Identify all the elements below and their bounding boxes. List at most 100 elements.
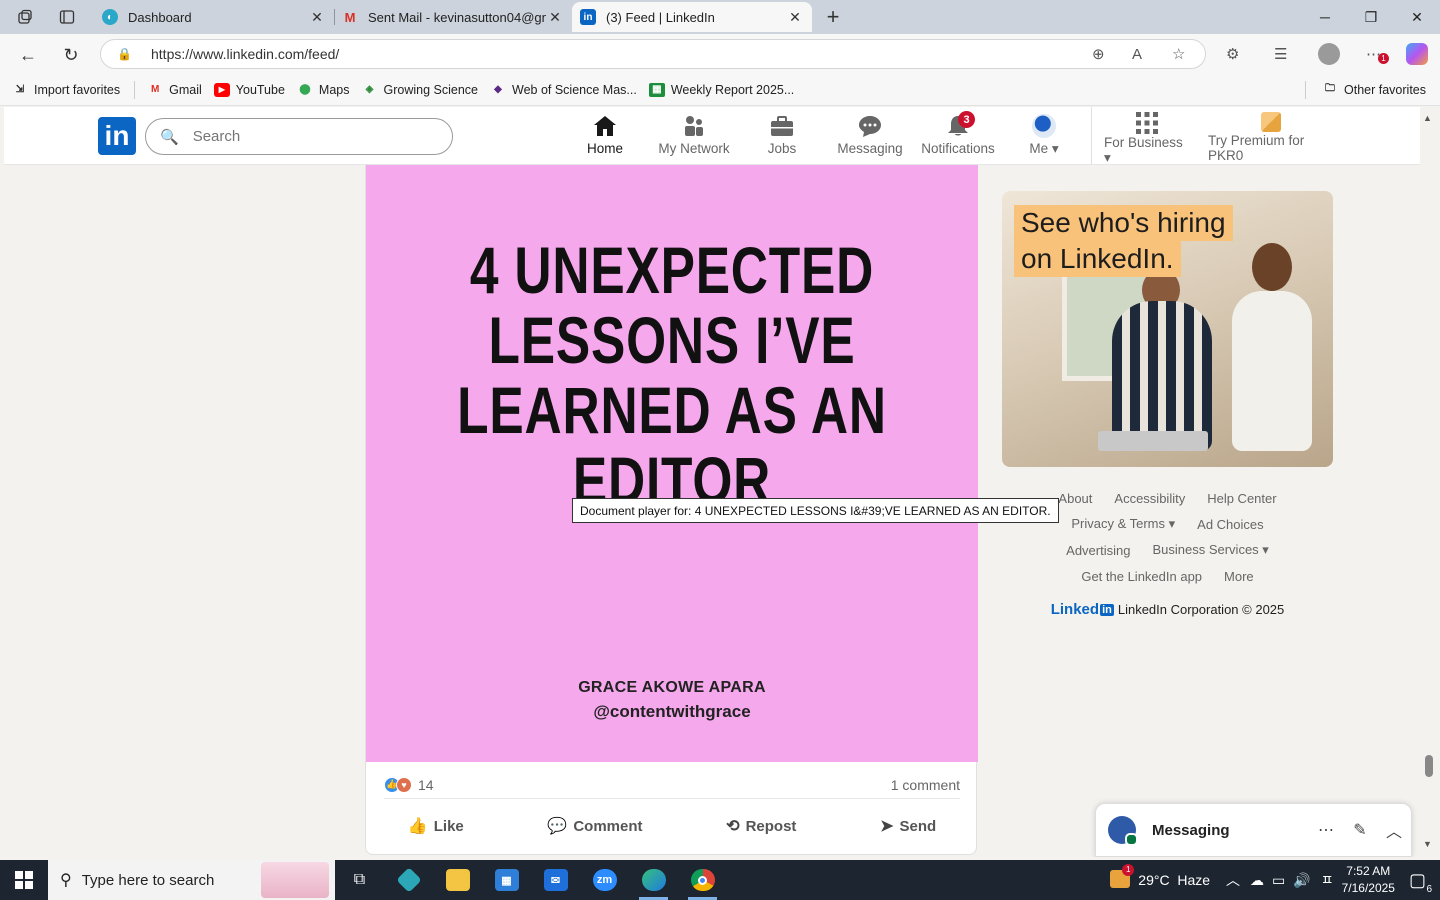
clock-date: 7/16/2025 [1341, 881, 1395, 895]
search-box[interactable]: 🔍 [145, 118, 453, 155]
document-slide[interactable]: 4 UNEXPECTED LESSONS I’VE LEARNED AS AN … [366, 165, 978, 762]
back-arrow-icon[interactable]: ← [15, 42, 41, 68]
nav-my-network[interactable]: My Network [654, 111, 734, 163]
zoom-icon[interactable]: ⊕ [1092, 39, 1105, 69]
hiring-ad[interactable]: See who's hiring on LinkedIn. [1002, 191, 1333, 467]
linkedin-logo[interactable]: in [98, 117, 136, 155]
footer-link-about[interactable]: About [1058, 491, 1092, 506]
close-icon[interactable]: ✕ [546, 9, 564, 26]
tab-gmail[interactable]: M Sent Mail - kevinasutton04@gma ✕ [334, 2, 572, 32]
bookmark-label: Weekly Report 2025... [670, 82, 795, 97]
bookmark-growing-science[interactable]: ◈ Growing Science [362, 83, 478, 97]
close-icon[interactable]: ✕ [786, 9, 804, 26]
close-window-button[interactable]: ✕ [1394, 0, 1440, 34]
weather-text[interactable]: 29°C Haze [1138, 872, 1210, 888]
nav-notifications[interactable]: 3 Notifications [918, 111, 998, 163]
scroll-down-arrow-icon[interactable]: ▼ [1423, 839, 1432, 849]
footer-link-advertising[interactable]: Advertising [1066, 543, 1130, 558]
workspaces-icon[interactable] [14, 6, 36, 28]
language-icon[interactable]: ㅍ [1321, 870, 1334, 890]
bookmark-maps[interactable]: ⬤ Maps [297, 83, 349, 97]
task-view-button[interactable]: ⧉ [335, 860, 384, 900]
network-icon[interactable]: ▭ [1272, 872, 1285, 889]
gmail-icon: M [344, 9, 356, 25]
minimize-button[interactable]: ─ [1302, 0, 1348, 34]
footer-link-more[interactable]: More [1224, 569, 1254, 584]
taskbar-app-1[interactable] [384, 860, 433, 900]
taskbar-file-explorer[interactable] [433, 860, 482, 900]
nav-home[interactable]: Home [566, 111, 644, 169]
taskbar-search[interactable]: ⚲ Type here to search [48, 860, 335, 900]
thumbs-up-icon: 👍 [407, 818, 428, 835]
more-options-icon[interactable]: ⋯ [1309, 820, 1343, 840]
taskbar-store[interactable]: ▦ [482, 860, 531, 900]
taskbar-mail[interactable]: ✉ [531, 860, 580, 900]
bookmark-web-of-science[interactable]: ◆ Web of Science Mas... [490, 83, 637, 97]
profile-avatar[interactable] [1318, 39, 1340, 69]
chevron-up-icon[interactable]: ︿ [1377, 818, 1411, 842]
bookmark-gmail[interactable]: M Gmail [147, 83, 202, 97]
tab-dashboard[interactable]: ◐ Dashboard ✕ [94, 2, 334, 32]
footer-link-get-app[interactable]: Get the LinkedIn app [1081, 569, 1202, 584]
comment-button[interactable]: 💬 Comment [537, 810, 652, 842]
bookmark-import-favorites[interactable]: ⇲ Import favorites [12, 83, 120, 97]
bookmark-youtube[interactable]: ▶ YouTube [213, 82, 285, 97]
footer-link-ad-choices[interactable]: Ad Choices [1197, 517, 1263, 532]
comments-count[interactable]: 1 comment [891, 777, 960, 793]
send-button[interactable]: ➤ Send [870, 810, 946, 842]
nav-try-premium[interactable]: Try Premium for PKR0 [1208, 111, 1334, 163]
footer-link-business-services[interactable]: Business Services ▾ [1152, 542, 1268, 558]
url-text[interactable]: https://www.linkedin.com/feed/ [151, 46, 339, 62]
windows-taskbar: ⚲ Type here to search ⧉ ▦ ✉ zm 1 29°C Ha… [0, 860, 1440, 900]
start-button[interactable] [0, 860, 48, 900]
nav-for-business[interactable]: For Business ▾ [1104, 111, 1190, 165]
favorites-icon[interactable]: ☰ [1274, 39, 1287, 69]
footer-link-privacy-terms[interactable]: Privacy & Terms ▾ [1071, 516, 1175, 532]
tab-title: (3) Feed | LinkedIn [606, 9, 715, 25]
repost-button[interactable]: ⟲ Repost [716, 810, 806, 842]
taskbar-chrome[interactable] [678, 860, 727, 900]
like-button[interactable]: 👍 Like [398, 810, 474, 842]
scroll-up-arrow-icon[interactable]: ▲ [1423, 113, 1432, 123]
new-tab-button[interactable]: + [822, 4, 844, 29]
extensions-badge: 1 [1378, 53, 1389, 64]
refresh-icon[interactable]: ↻ [58, 42, 84, 68]
document-player-tooltip: Document player for: 4 UNEXPECTED LESSON… [572, 498, 1059, 523]
messaging-panel[interactable]: Messaging ⋯ ✎ ︿ [1095, 803, 1412, 857]
ad-headline-2: on LinkedIn. [1014, 241, 1181, 277]
nav-jobs[interactable]: Jobs [760, 111, 804, 163]
read-aloud-icon[interactable]: A [1132, 39, 1142, 69]
social-counts: 👍 ♥ 14 1 comment [384, 771, 960, 799]
url-field[interactable]: 🔒 https://www.linkedin.com/feed/ [100, 39, 1206, 69]
favorite-star-icon[interactable]: ☆ [1172, 39, 1185, 69]
restore-button[interactable]: ❐ [1348, 0, 1394, 34]
cloud-icon[interactable]: ☁ [1250, 872, 1264, 889]
volume-icon[interactable]: 🔊 [1293, 872, 1310, 889]
extensions-icon[interactable]: ⚙ [1226, 39, 1239, 69]
tab-actions-icon[interactable] [56, 6, 78, 28]
more-menu-icon[interactable]: ⋯ 1 [1366, 39, 1389, 69]
taskbar-search-placeholder: Type here to search [81, 871, 215, 889]
copilot-icon[interactable] [1406, 39, 1428, 69]
bookmark-other-favorites[interactable]: 🗀 Other favorites [1322, 83, 1426, 97]
scrollbar-thumb[interactable] [1425, 755, 1433, 777]
clock[interactable]: 7:52 AM 7/16/2025 [1342, 863, 1395, 897]
nav-messaging[interactable]: Messaging [834, 111, 906, 163]
nav-me[interactable]: Me ▾ [1026, 111, 1062, 163]
reactions-count[interactable]: 14 [418, 777, 434, 793]
nav-label: Me [1029, 141, 1049, 156]
page-scrollbar[interactable]: ▲ ▼ [1420, 107, 1440, 857]
compose-icon[interactable]: ✎ [1343, 820, 1377, 840]
lock-icon[interactable]: 🔒 [117, 47, 137, 61]
footer-link-help-center[interactable]: Help Center [1207, 491, 1276, 506]
tab-linkedin[interactable]: in (3) Feed | LinkedIn ✕ [572, 2, 812, 32]
notification-center-icon[interactable]: ▢ 6 [1409, 870, 1432, 895]
footer-link-accessibility[interactable]: Accessibility [1114, 491, 1185, 506]
taskbar-edge[interactable] [629, 860, 678, 900]
bookmark-weekly-report[interactable]: ▦ Weekly Report 2025... [648, 82, 795, 97]
search-input[interactable] [192, 128, 433, 145]
weather-icon[interactable]: 1 [1110, 863, 1135, 891]
taskbar-zoom[interactable]: zm [580, 860, 629, 900]
close-icon[interactable]: ✕ [308, 9, 326, 26]
chevron-up-icon[interactable]: ︿ [1226, 870, 1240, 890]
